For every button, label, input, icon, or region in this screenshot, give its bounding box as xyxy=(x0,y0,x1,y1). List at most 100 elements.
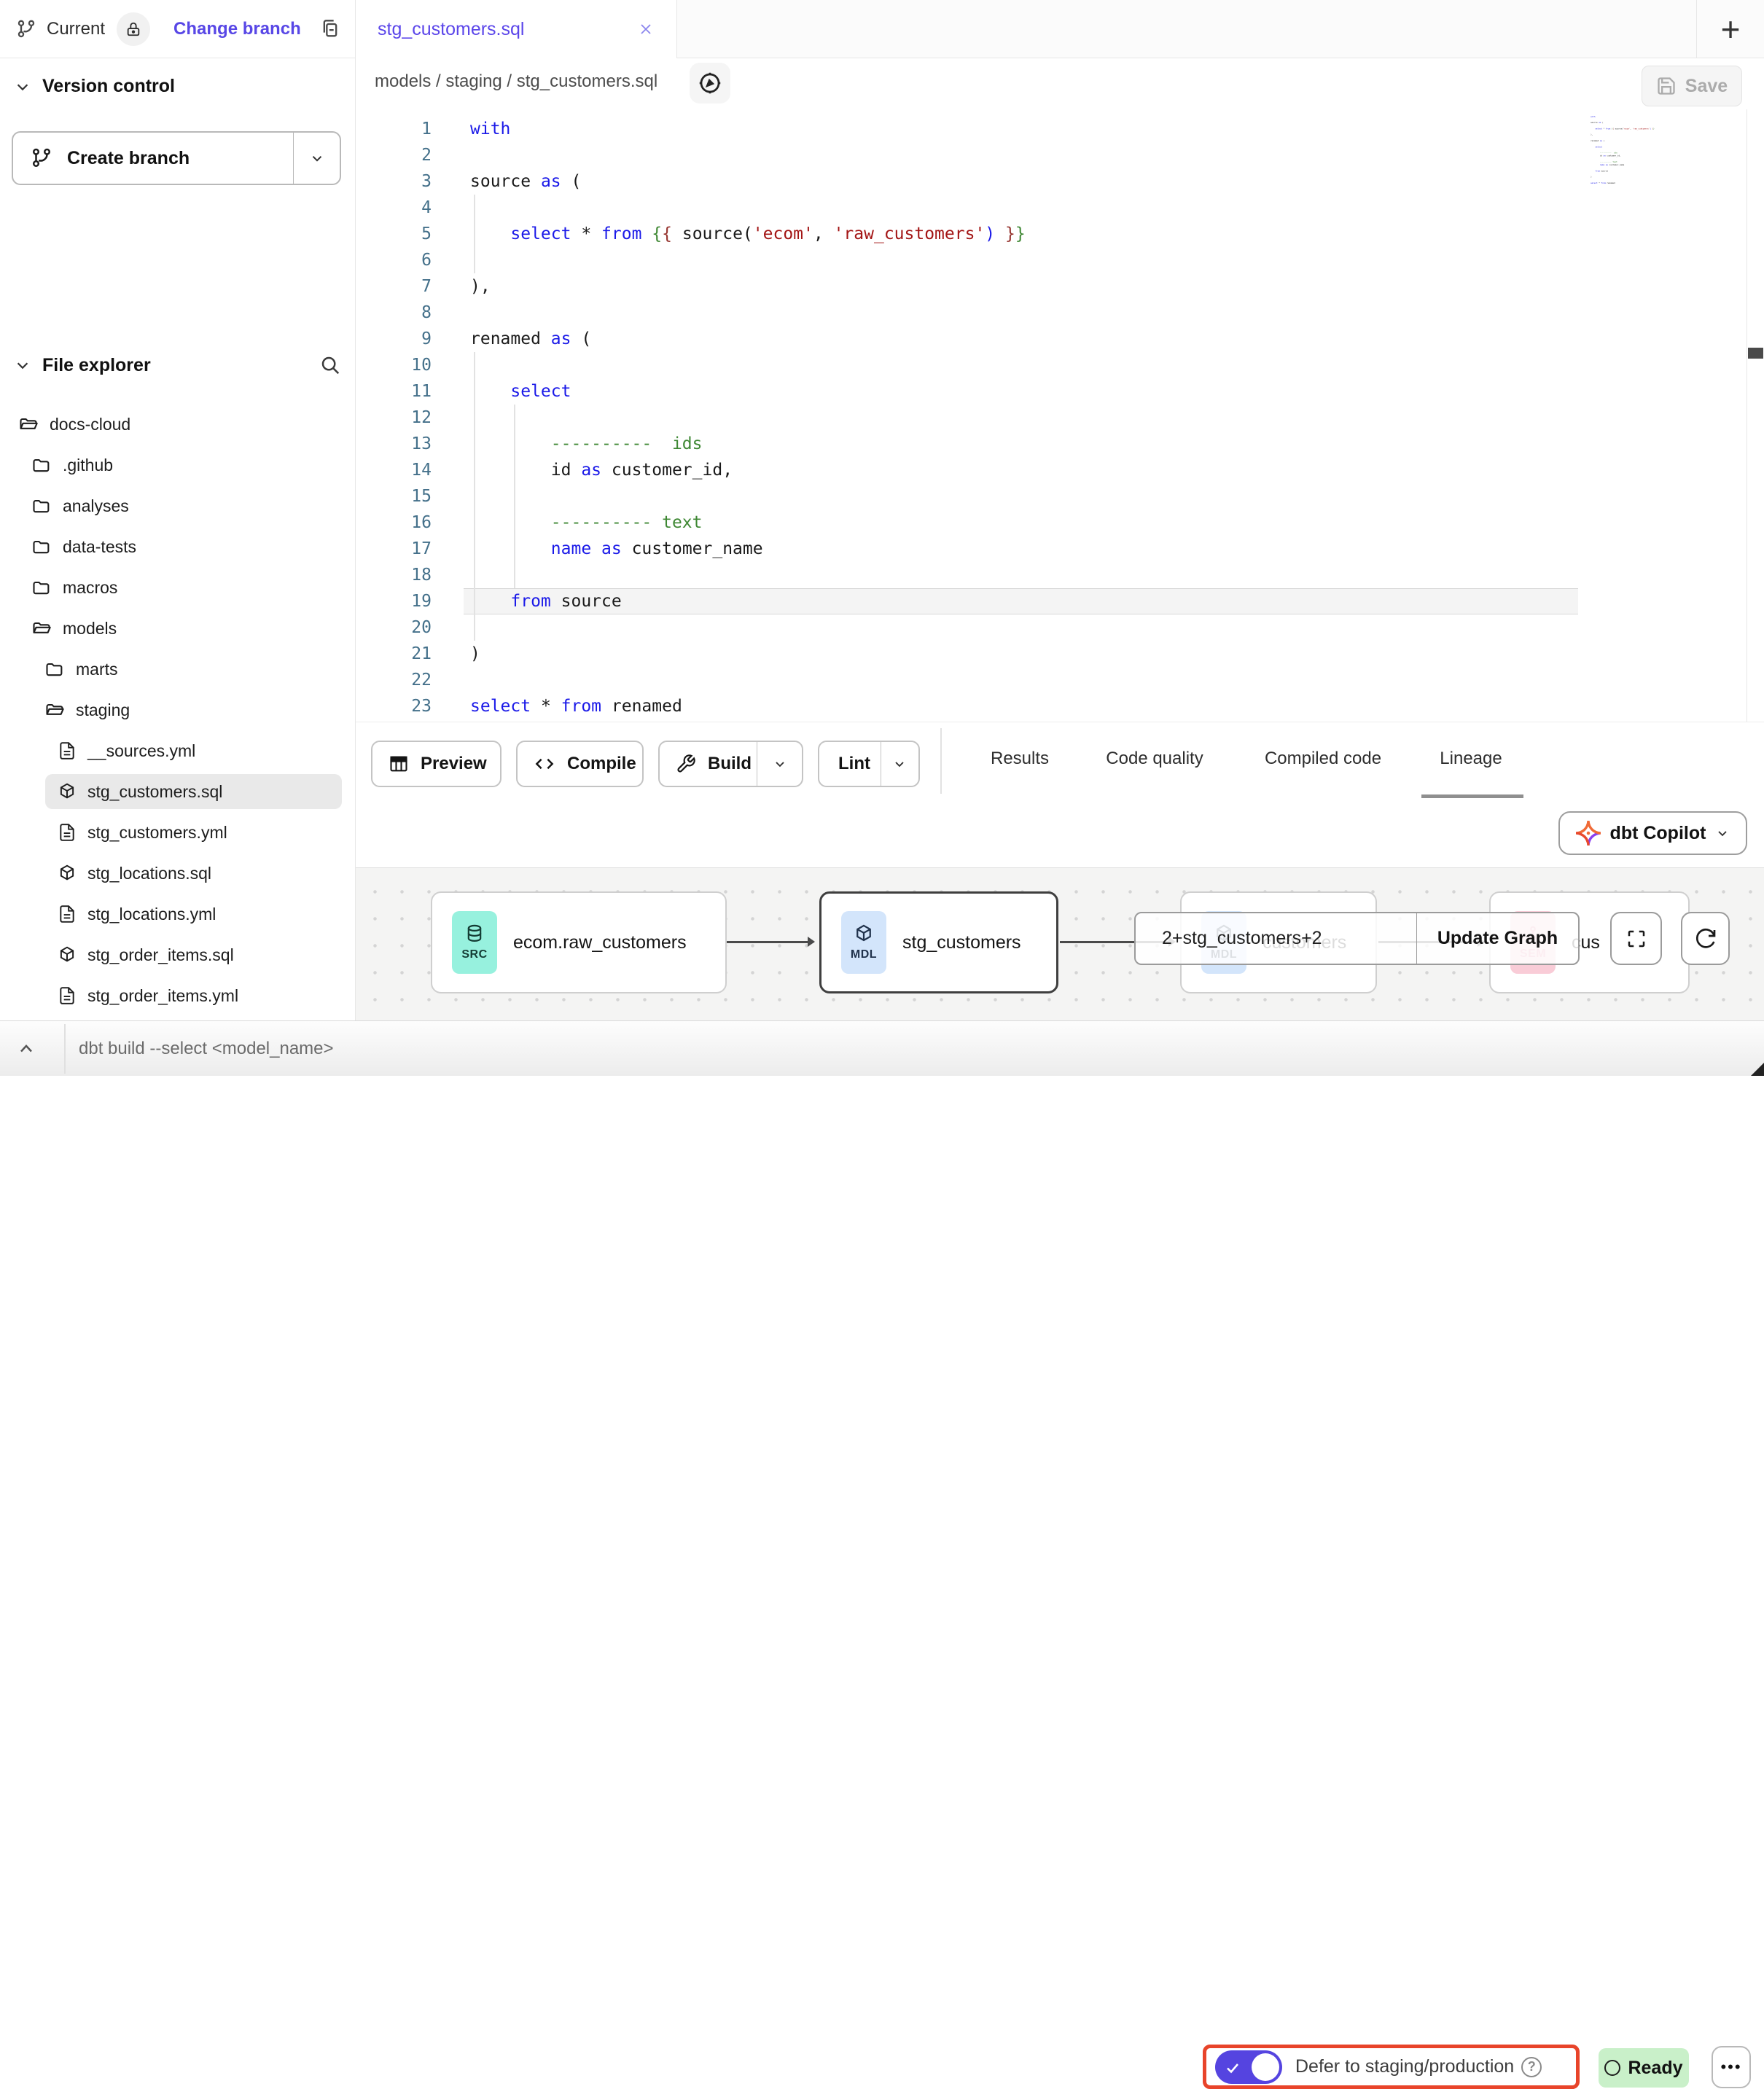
model-file-icon xyxy=(58,864,77,883)
code-line-6[interactable]: 6 xyxy=(356,247,1026,273)
create-branch-button[interactable]: Create branch xyxy=(12,131,341,185)
preview-button[interactable]: Preview xyxy=(371,741,502,787)
scrollbar-thumb[interactable] xyxy=(1748,348,1763,359)
more-options-button[interactable]: ••• xyxy=(1712,2046,1751,2088)
code-line-13[interactable]: 13 ---------- ids xyxy=(356,431,1026,457)
code-line-10[interactable]: 10 xyxy=(356,352,1026,378)
line-number: 7 xyxy=(356,277,432,296)
dbt-copilot-button[interactable]: dbt Copilot xyxy=(1558,811,1747,855)
tree-item--github[interactable]: .github xyxy=(0,445,355,485)
code-line-8[interactable]: 8 xyxy=(356,300,1026,326)
tree-item-docs-cloud[interactable]: docs-cloud xyxy=(0,404,355,445)
code-text: source as ( xyxy=(432,172,581,191)
tree-item-label: marts xyxy=(76,660,118,679)
file-file-icon xyxy=(58,741,77,760)
minimap[interactable]: withsource as ( select * from {{ source(… xyxy=(1586,115,1655,184)
code-line-3[interactable]: 3source as ( xyxy=(356,168,1026,195)
code-line-17[interactable]: 17 name as customer_name xyxy=(356,536,1026,562)
code-lines[interactable]: 1with23source as (45 select * from {{ so… xyxy=(356,116,1026,719)
tree-item-data-tests[interactable]: data-tests xyxy=(0,526,355,567)
code-line-4[interactable]: 4 xyxy=(356,195,1026,221)
line-number: 12 xyxy=(356,408,432,427)
code-line-15[interactable]: 15 xyxy=(356,483,1026,509)
tree-item-label: staging xyxy=(76,700,130,720)
code-line-1[interactable]: 1with xyxy=(356,116,1026,142)
chevron-down-icon xyxy=(1715,826,1730,840)
tree-item-stg-locations-sql[interactable]: stg_locations.sql xyxy=(0,853,355,894)
code-editor[interactable]: 1with23source as (45 select * from {{ so… xyxy=(356,109,1764,722)
tab-compiled-code[interactable]: Compiled code xyxy=(1265,749,1381,769)
tree-item-label: __sources.yml xyxy=(87,741,195,761)
create-branch-main[interactable]: Create branch xyxy=(13,133,293,184)
line-number: 23 xyxy=(356,697,432,716)
toolbar-divider xyxy=(940,728,942,794)
code-text: ), xyxy=(1586,133,1593,136)
tree-item-analyses[interactable]: analyses xyxy=(0,485,355,526)
tree-item-label: stg_order_items.sql xyxy=(87,945,234,965)
command-input[interactable]: dbt build --select <model_name> xyxy=(79,1021,334,1077)
chevron-up-icon[interactable] xyxy=(16,1039,36,1059)
resize-corner[interactable] xyxy=(1751,1063,1764,1076)
save-icon xyxy=(1656,76,1677,96)
file-explorer-header[interactable]: File explorer xyxy=(15,354,341,376)
lineage-selector-input[interactable]: 2+stg_customers+2 xyxy=(1136,913,1417,964)
copy-icon[interactable] xyxy=(320,19,340,39)
fullscreen-button[interactable] xyxy=(1610,912,1662,965)
code-line-16[interactable]: 16 ---------- text xyxy=(356,509,1026,536)
code-line-7[interactable]: 7), xyxy=(356,273,1026,300)
build-button[interactable]: Build xyxy=(658,741,803,787)
tree-item-macros[interactable]: macros xyxy=(0,567,355,608)
lint-dropdown[interactable] xyxy=(881,742,918,786)
code-line-9[interactable]: 9renamed as ( xyxy=(356,326,1026,352)
tab-stg-customers-sql[interactable]: stg_customers.sql xyxy=(356,0,677,58)
code-line-22[interactable]: 22 xyxy=(356,667,1026,693)
tab-code-quality[interactable]: Code quality xyxy=(1106,749,1203,769)
code-line-21[interactable]: 21) xyxy=(356,641,1026,667)
code-text: ---------- ids xyxy=(432,434,703,453)
lineage-node-stg-customers[interactable]: MDL stg_customers xyxy=(819,891,1058,993)
tree-item-marts[interactable]: marts xyxy=(0,649,355,690)
defer-toggle[interactable] xyxy=(1215,2050,1282,2084)
code-line-5[interactable]: 5 select * from {{ source('ecom', 'raw_c… xyxy=(356,221,1026,247)
chevron-down-icon xyxy=(773,757,787,771)
tree-item-stg-order-items-yml[interactable]: stg_order_items.yml xyxy=(0,975,355,1016)
tree-item-staging[interactable]: staging xyxy=(0,690,355,730)
tree-item-stg-locations-yml[interactable]: stg_locations.yml xyxy=(0,894,355,934)
refresh-button[interactable] xyxy=(1681,912,1730,965)
save-button[interactable]: Save xyxy=(1642,66,1742,106)
help-icon[interactable]: ? xyxy=(1521,2057,1542,2077)
build-dropdown[interactable] xyxy=(757,742,802,786)
search-icon[interactable] xyxy=(319,354,341,376)
tree-item-stg-customers-yml[interactable]: stg_customers.yml xyxy=(0,812,355,853)
lineage-node-source[interactable]: SRC ecom.raw_customers xyxy=(431,891,727,993)
create-branch-dropdown[interactable] xyxy=(293,133,340,184)
code-line-2[interactable]: 2 xyxy=(356,142,1026,168)
tab-results[interactable]: Results xyxy=(991,749,1049,769)
new-tab-button[interactable]: + xyxy=(1712,10,1749,48)
version-control-header[interactable]: Version control xyxy=(15,76,175,97)
change-branch-link[interactable]: Change branch xyxy=(173,19,301,39)
code-line-14[interactable]: 14 id as customer_id, xyxy=(356,457,1026,483)
code-line-20[interactable]: 20 xyxy=(356,614,1026,641)
code-line-19[interactable]: 19 from source xyxy=(356,588,1026,614)
code-text: ---------- text xyxy=(1586,161,1617,163)
ready-status-badge[interactable]: Ready xyxy=(1599,2048,1689,2088)
lineage-panel[interactable]: SRC ecom.raw_customers MDL stg_customers… xyxy=(356,867,1764,1020)
compass-icon[interactable] xyxy=(690,63,730,104)
tree-item-models[interactable]: models xyxy=(0,608,355,649)
code-line-12[interactable]: 12 xyxy=(356,405,1026,431)
tree-item-stg-order-items-sql[interactable]: stg_order_items.sql xyxy=(0,934,355,975)
code-line-23[interactable]: 23select * from renamed xyxy=(356,693,1026,719)
code-line-18[interactable]: 18 xyxy=(356,562,1026,588)
code-line-11[interactable]: 11 select xyxy=(356,378,1026,405)
compile-button[interactable]: Compile xyxy=(516,741,644,787)
tree-item-stg-customers-sql[interactable]: stg_customers.sql xyxy=(45,774,342,809)
tab-lineage[interactable]: Lineage xyxy=(1440,749,1502,769)
code-icon xyxy=(534,753,555,775)
fullscreen-icon xyxy=(1626,928,1647,950)
close-icon[interactable] xyxy=(637,20,655,38)
update-graph-button[interactable]: Update Graph xyxy=(1417,913,1578,964)
tree-item--sources-yml[interactable]: __sources.yml xyxy=(0,730,355,771)
lint-button[interactable]: Lint xyxy=(818,741,920,787)
current-branch-label: Current xyxy=(47,19,105,39)
